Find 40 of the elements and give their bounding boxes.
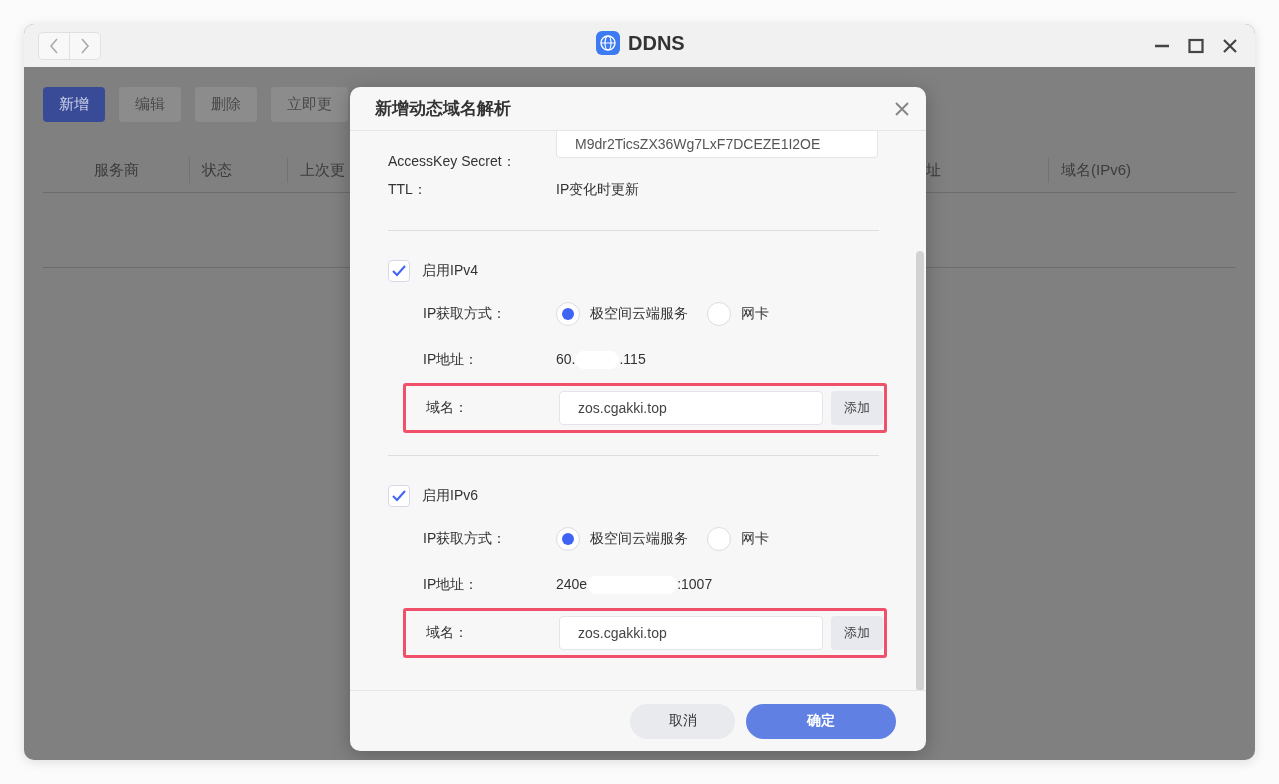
column-header: 址 (925, 159, 942, 180)
field-label: IP获取方式： (423, 305, 508, 323)
scrollbar[interactable] (916, 251, 924, 690)
column-header: 域名(IPv6) (1048, 157, 1233, 183)
window-title: DDNS (628, 31, 685, 55)
ip-address: 60. .115 (556, 350, 646, 370)
add-button[interactable]: 添加 (831, 391, 883, 425)
field-label: 域名： (426, 624, 469, 642)
cancel-button[interactable]: 取消 (630, 703, 735, 739)
radio-button[interactable] (707, 302, 731, 326)
field-value: IP变化时更新 (556, 181, 640, 199)
toolbar-button[interactable]: 新增 (43, 87, 105, 122)
column-header: 状态 (189, 157, 287, 183)
confirm-button[interactable]: 确定 (746, 703, 896, 739)
domain-input[interactable]: zos.cgakki.top (559, 616, 823, 650)
radio-label: 网卡 (741, 305, 769, 323)
field-label: 域名： (426, 399, 469, 417)
checkmark-icon (392, 490, 406, 502)
checkbox[interactable] (388, 485, 410, 507)
domain-input[interactable]: zos.cgakki.top (559, 391, 823, 425)
radio-label: 极空间云端服务 (590, 305, 688, 323)
field-label: IP获取方式： (423, 530, 508, 548)
checkbox-label: 启用IPv4 (422, 262, 478, 280)
radio-button[interactable] (707, 527, 731, 551)
dialog-title: 新增动态域名解析 (375, 98, 511, 120)
field-label: IP地址： (423, 576, 480, 594)
radio-button[interactable] (556, 302, 580, 326)
add-button[interactable]: 添加 (831, 616, 883, 650)
radio-label: 极空间云端服务 (590, 530, 688, 548)
ip-address: 240e :1007 (556, 575, 713, 595)
field-label: TTL： (388, 181, 428, 199)
radio-button[interactable] (556, 527, 580, 551)
field-label: IP地址： (423, 351, 480, 369)
checkbox-label: 启用IPv6 (422, 487, 478, 505)
checkmark-icon (392, 265, 406, 277)
secret-input[interactable]: M9dr2TicsZX36Wg7LxF7DCEZE1I2OE (556, 131, 878, 158)
column-header: 服务商 (92, 159, 140, 180)
radio-label: 网卡 (741, 530, 769, 548)
globe-icon (596, 31, 620, 55)
checkbox[interactable] (388, 260, 410, 282)
